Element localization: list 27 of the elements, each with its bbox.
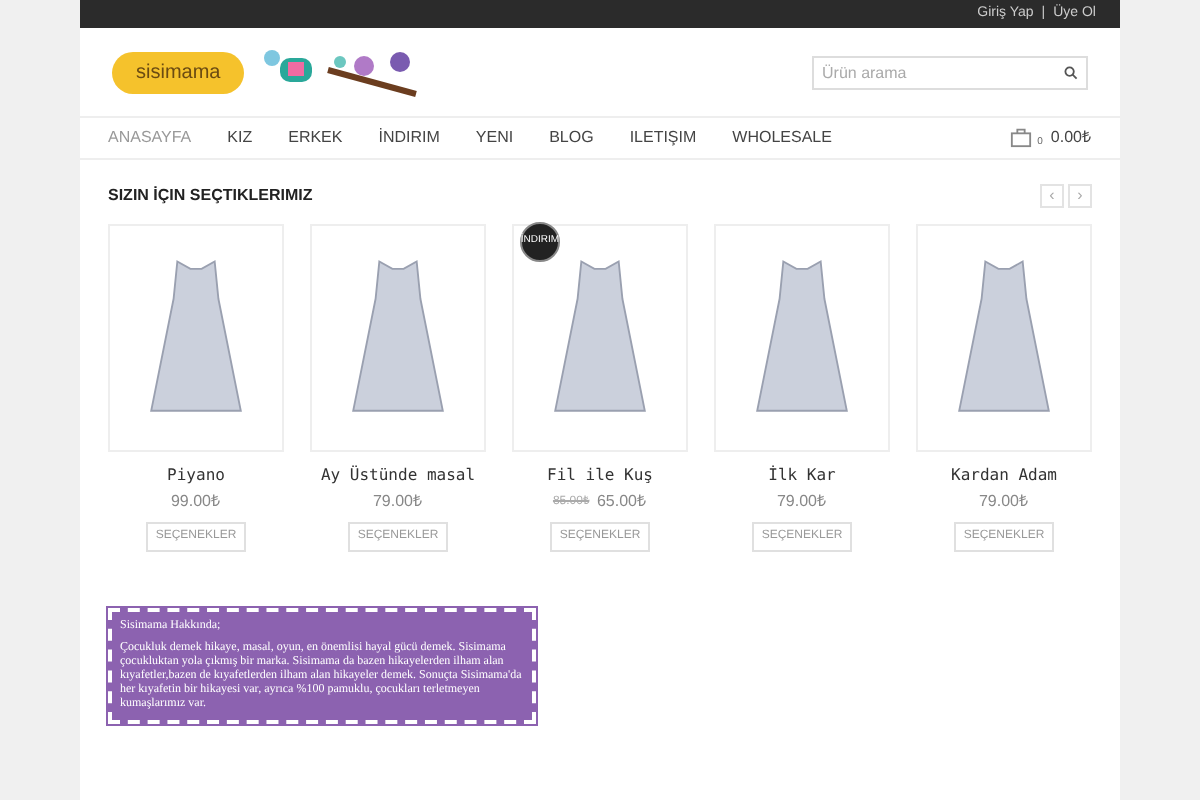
nav-link[interactable]: BLOG — [549, 126, 594, 150]
nav-link[interactable]: YENI — [475, 126, 514, 150]
product-price: 79.00₺ — [372, 490, 424, 514]
product-name[interactable]: Ay Üstünde masal — [320, 464, 476, 488]
product-photo[interactable] — [108, 224, 284, 452]
product-price: 79.00₺ — [776, 490, 828, 514]
product-photo[interactable] — [714, 224, 890, 452]
search-field[interactable]: Ürün arama — [812, 55, 1088, 89]
nav-link[interactable]: WHOLESALE — [732, 126, 832, 150]
logo[interactable]: sisimama — [112, 51, 245, 93]
product-photo[interactable] — [310, 224, 486, 452]
product-price: 99.00₺ — [170, 490, 222, 514]
product-name[interactable]: Piyano — [167, 464, 225, 488]
product-name[interactable]: Kardan Adam — [951, 464, 1057, 488]
bag-icon[interactable] — [1010, 126, 1033, 148]
section-title: SIZIN İÇIN SEÇTIKLERIMIZ — [108, 184, 313, 208]
nav-link[interactable]: KIZ — [227, 126, 253, 150]
nav-link[interactable]: ILETIŞIM — [629, 126, 697, 150]
product-photo[interactable] — [916, 224, 1092, 452]
product-name[interactable]: Fil ile Kuş — [547, 464, 653, 488]
cart-total: 0.00₺ — [1050, 126, 1092, 150]
nav-link[interactable]: ERKEK — [288, 126, 343, 150]
product-name[interactable]: İlk Kar — [768, 464, 836, 488]
product-price: 65.00₺ — [596, 490, 648, 514]
nav-link[interactable]: İNDIRIM — [378, 126, 440, 150]
search-icon — [1064, 65, 1078, 79]
product-price: 79.00₺ — [978, 490, 1030, 514]
